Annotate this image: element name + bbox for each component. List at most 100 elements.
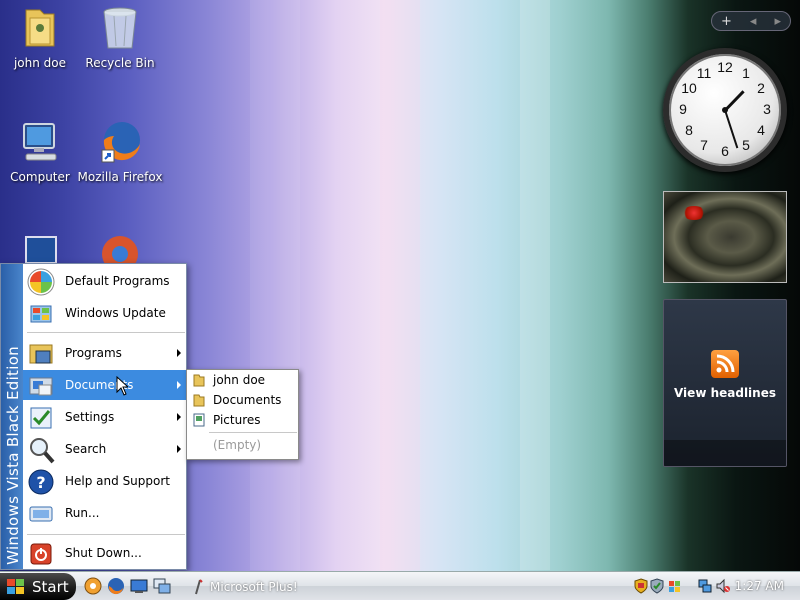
clock-number: 2 <box>757 80 765 96</box>
feed-footer <box>664 440 786 466</box>
desktop-icon-user-folder[interactable]: john doe <box>0 4 85 70</box>
submenu-empty-label: (Empty) <box>213 438 262 452</box>
start-menu-banner: Windows Vista Black Edition <box>1 264 23 569</box>
start-menu-item-label: Default Programs <box>65 274 170 288</box>
search-icon <box>27 436 55 464</box>
desktop-icon-label: john doe <box>13 56 67 70</box>
computer-icon <box>16 118 64 166</box>
start-menu-item-label: Windows Update <box>65 306 166 320</box>
clock-number: 10 <box>681 80 697 96</box>
taskbar-task-microsoft-plus[interactable]: Microsoft Plus! <box>190 575 340 598</box>
default-programs-icon <box>27 268 55 296</box>
documents-submenu: john doe Documents Pictures (Empty) <box>186 369 299 460</box>
clock-center <box>722 107 728 113</box>
windows-flag-icon <box>7 579 25 595</box>
start-button-label: Start <box>32 577 69 596</box>
desktop-icon-recycle-bin[interactable]: Recycle Bin <box>75 4 165 70</box>
clock-number: 3 <box>763 101 771 117</box>
clock-number: 5 <box>742 137 750 153</box>
submenu-item-pictures[interactable]: Pictures <box>188 410 298 430</box>
clock-number: 4 <box>757 122 765 138</box>
start-menu-item-search[interactable]: Search <box>23 434 187 464</box>
documents-icon <box>27 372 55 400</box>
start-menu-item-label: Help and Support <box>65 474 170 488</box>
sidebar-controls: + ◂ ▸ <box>711 11 791 31</box>
start-menu-item-label: Search <box>65 442 107 456</box>
start-menu-item-help[interactable]: ? Help and Support <box>23 466 187 496</box>
submenu-item-documents[interactable]: Documents <box>188 390 298 410</box>
partial-desktop-icon <box>98 232 142 272</box>
submenu-item-john-doe[interactable]: john doe <box>188 370 298 390</box>
submenu-item-label: Documents <box>213 393 282 407</box>
clock-number: 6 <box>721 143 729 159</box>
feed-headlines-gadget[interactable]: View headlines <box>663 299 787 467</box>
submenu-arrow-icon <box>177 349 181 357</box>
settings-icon <box>27 404 55 432</box>
desktop-icon-label: Recycle Bin <box>85 56 155 70</box>
desktop-icon-label: Computer <box>10 170 70 184</box>
quicklaunch-desktop-icon[interactable] <box>130 577 148 595</box>
help-icon: ? <box>27 468 55 496</box>
submenu-item-label: john doe <box>213 373 266 387</box>
quicklaunch-media-icon[interactable] <box>84 577 102 595</box>
clock-number: 1 <box>742 65 750 81</box>
power-icon <box>27 540 55 568</box>
quicklaunch-window-switch-icon[interactable] <box>153 577 171 595</box>
partial-desktop-icon <box>24 233 64 264</box>
microsoft-plus-icon <box>194 579 204 598</box>
system-tray: 1:27 AM <box>630 574 800 599</box>
clock-number: 7 <box>700 137 708 153</box>
clock-number: 8 <box>685 122 693 138</box>
start-menu-item-run[interactable]: Run... <box>23 498 187 528</box>
desktop-icon-computer[interactable]: Computer <box>0 118 85 184</box>
clock-number: 11 <box>696 65 712 81</box>
windows-flag-tray-icon[interactable] <box>668 578 682 594</box>
menu-separator <box>27 534 185 535</box>
volume-muted-icon[interactable] <box>716 578 730 594</box>
start-menu-item-label: Settings <box>65 410 115 424</box>
start-menu-item-documents[interactable]: Documents <box>23 370 187 400</box>
photo-detail <box>682 206 706 220</box>
sidebar-prev-button[interactable]: ◂ <box>750 14 757 29</box>
security-center-icon[interactable] <box>650 578 664 594</box>
network-icon[interactable] <box>698 578 712 594</box>
folder-icon <box>192 373 206 387</box>
start-menu-item-settings[interactable]: Settings <box>23 402 187 432</box>
mouse-cursor-icon <box>116 375 130 396</box>
start-menu-banner-text: Windows Vista Black Edition <box>4 346 22 565</box>
clock-number: 9 <box>679 101 687 117</box>
run-icon <box>27 500 55 528</box>
submenu-arrow-icon <box>177 413 181 421</box>
start-menu-item-windows-update[interactable]: Windows Update <box>23 298 187 328</box>
start-button[interactable]: Start <box>0 573 76 600</box>
slideshow-gadget[interactable] <box>663 191 787 283</box>
pictures-icon <box>192 413 206 427</box>
start-menu-item-shut-down[interactable]: Shut Down... <box>23 538 187 568</box>
start-menu-item-default-programs[interactable]: Default Programs <box>23 266 187 296</box>
user-folder-icon <box>16 4 64 52</box>
quicklaunch-firefox-icon[interactable] <box>107 577 125 595</box>
view-headlines-link[interactable]: View headlines <box>664 386 786 400</box>
desktop-icon-label: Mozilla Firefox <box>77 170 163 184</box>
submenu-item-label: Pictures <box>213 413 261 427</box>
folder-icon <box>192 393 206 407</box>
start-menu-item-label: Shut Down... <box>65 546 142 560</box>
start-menu-item-programs[interactable]: Programs <box>23 338 187 368</box>
start-menu: Windows Vista Black Edition Default Prog… <box>0 263 187 570</box>
security-shield-icon[interactable] <box>634 578 648 594</box>
sidebar-next-button[interactable]: ▸ <box>774 14 781 29</box>
start-menu-item-label: Programs <box>65 346 122 360</box>
programs-icon <box>27 340 55 368</box>
clock-gadget[interactable]: 12 1 2 3 4 5 6 7 8 9 10 11 <box>663 48 787 172</box>
rss-icon <box>711 350 739 378</box>
svg-text:?: ? <box>36 473 45 492</box>
taskbar-clock[interactable]: 1:27 AM <box>735 579 784 593</box>
firefox-icon <box>96 118 144 166</box>
desktop-icon-firefox[interactable]: Mozilla Firefox <box>75 118 165 184</box>
clock-number: 12 <box>717 59 733 75</box>
submenu-arrow-icon <box>177 381 181 389</box>
taskbar-task-label: Microsoft Plus! <box>210 579 298 594</box>
menu-separator <box>209 432 297 433</box>
start-menu-item-label: Run... <box>65 506 100 520</box>
sidebar-add-button[interactable]: + <box>721 14 732 29</box>
